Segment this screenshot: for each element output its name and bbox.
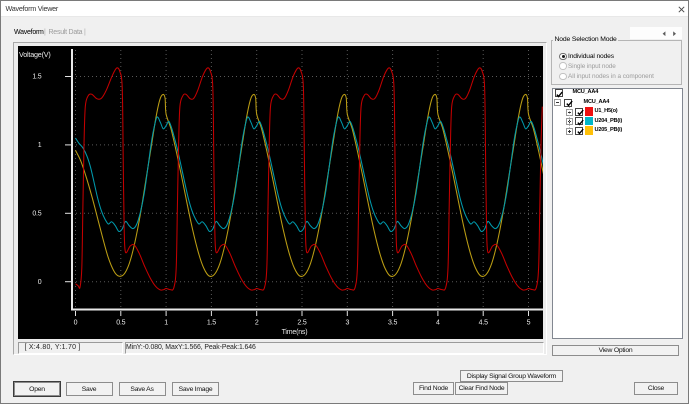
svg-text:4.5: 4.5	[479, 320, 488, 327]
svg-text:4: 4	[436, 320, 440, 327]
svg-text:Time(ns): Time(ns)	[282, 329, 308, 336]
svg-text:5: 5	[527, 320, 531, 327]
svg-text:2: 2	[255, 320, 259, 327]
svg-text:1.5: 1.5	[32, 74, 41, 81]
svg-text:0: 0	[74, 320, 78, 327]
svg-text:2.5: 2.5	[297, 320, 306, 327]
svg-text:0.5: 0.5	[116, 320, 125, 327]
svg-text:3: 3	[345, 320, 349, 327]
svg-text:1: 1	[164, 320, 168, 327]
svg-text:1: 1	[38, 142, 42, 149]
svg-text:Voltage(V): Voltage(V)	[19, 50, 51, 59]
svg-text:3.5: 3.5	[388, 320, 397, 327]
svg-text:0.5: 0.5	[32, 211, 41, 218]
svg-text:1.5: 1.5	[207, 320, 216, 327]
svg-text:0: 0	[38, 279, 42, 286]
